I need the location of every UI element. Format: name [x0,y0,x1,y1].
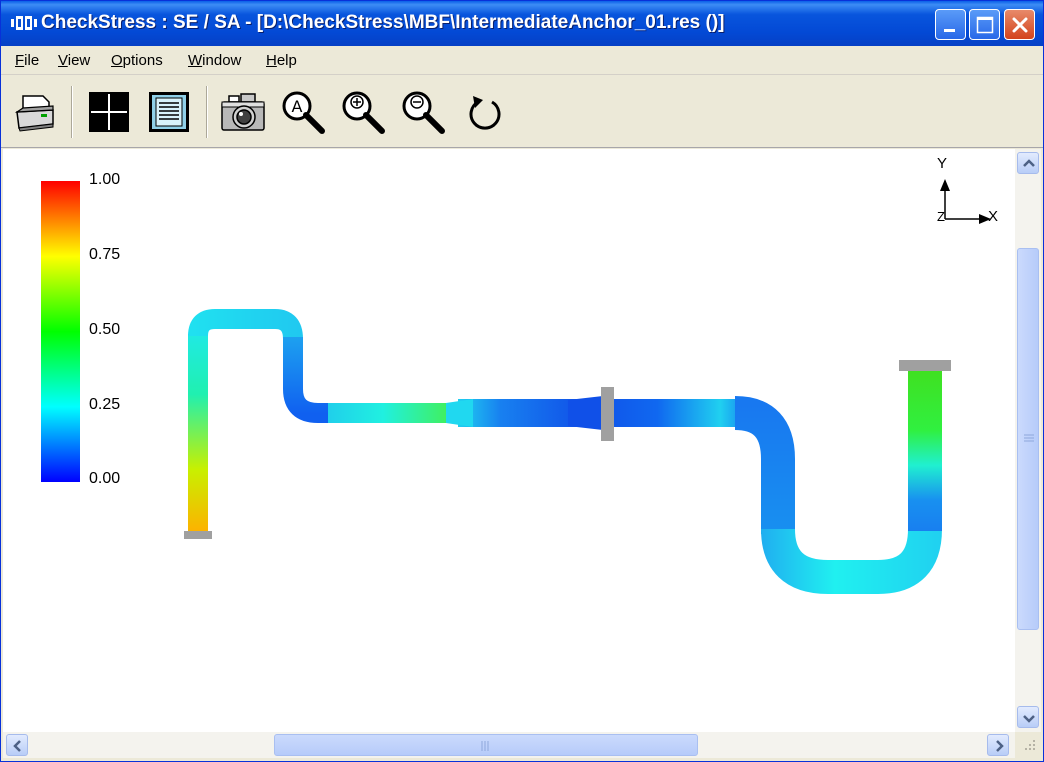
window-title: CheckStress : SE / SA - [D:\CheckStress\… [41,12,725,33]
menu-window[interactable]: Window [188,52,241,69]
scroll-down-button[interactable] [1017,706,1039,728]
toolbar-separator [206,86,208,138]
z-axis-label: Z [937,209,945,224]
resize-grip-icon [1025,740,1035,750]
pipe-stress-plot [41,179,991,594]
chevron-up-icon [1023,159,1035,167]
y-axis-arrow [940,179,950,191]
toolbar: A [1,76,1043,148]
menu-file[interactable]: File [15,52,39,69]
crosshair-view-button[interactable] [85,88,133,136]
zoom-auto-button[interactable]: A [279,88,327,136]
grip-icon [481,741,489,751]
rotate-reset-button[interactable] [461,88,509,136]
minimize-button[interactable] [935,9,966,40]
camera-icon [221,93,265,131]
app-window: CheckStress : SE / SA - [D:\CheckStress\… [0,0,1044,762]
chevron-left-icon [13,740,21,752]
legend-label-025: 0.25 [89,396,121,413]
maximize-icon [976,16,994,34]
menu-bar: File View Options Window Help [1,47,1043,75]
grip-icon [1024,434,1034,442]
zoom-in-icon [342,91,385,134]
pipe-u-bottom [761,528,942,594]
toolbar-separator [71,86,73,138]
axis-triad [944,187,981,220]
horizontal-scrollbar[interactable] [3,732,1015,758]
pipe-reducer [446,399,473,427]
close-icon [1012,17,1028,33]
zoom-out-icon [402,91,445,134]
x-axis-label: X [988,208,999,225]
legend-label-050: 0.50 [89,321,121,338]
vertical-scroll-thumb[interactable] [1017,248,1039,630]
menu-view[interactable]: View [58,52,90,69]
rotate-reset-icon [469,96,501,130]
support-left-anchor [184,531,212,539]
legend-label-min: 0.00 [89,470,121,487]
scroll-left-button[interactable] [6,734,28,756]
menu-help[interactable]: Help [266,52,297,69]
app-icon [11,16,37,30]
vertical-scrollbar[interactable] [1015,149,1041,732]
y-axis-label: Y [937,155,948,172]
zoom-out-button[interactable] [399,88,447,136]
legend-label-075: 0.75 [89,246,121,263]
print-button[interactable] [11,88,59,136]
legend-label-max: 1.00 [89,171,121,188]
title-bar[interactable]: CheckStress : SE / SA - [D:\CheckStress\… [1,1,1043,46]
chevron-down-icon [1023,715,1035,723]
maximize-button[interactable] [969,9,1000,40]
crosshair-view-icon [89,92,129,132]
pipe-u-down [734,396,795,534]
report-button[interactable] [145,88,193,136]
pipe-drop [283,337,333,423]
pipe-top-bend [188,309,303,340]
intermediate-anchor [601,387,614,441]
close-button[interactable] [1004,9,1035,40]
printer-icon [14,95,54,132]
scroll-right-button[interactable] [987,734,1009,756]
horizontal-scroll-thumb[interactable] [274,734,698,756]
model-view[interactable]: 1.00 0.75 0.50 0.25 0.00 Y X Z [3,149,1015,732]
snapshot-button[interactable] [219,88,267,136]
svg-text:A: A [292,97,303,116]
chevron-right-icon [996,740,1004,752]
pipe-reducer-2 [568,396,603,430]
report-list-icon [149,92,189,132]
support-right-anchor [899,360,951,371]
legend-color-bar [41,181,80,482]
minimize-icon [944,29,955,32]
menu-options[interactable]: Options [111,52,163,69]
zoom-auto-icon: A [282,91,325,134]
scroll-up-button[interactable] [1017,152,1039,174]
zoom-in-button[interactable] [339,88,387,136]
resize-grip[interactable] [1015,732,1041,758]
